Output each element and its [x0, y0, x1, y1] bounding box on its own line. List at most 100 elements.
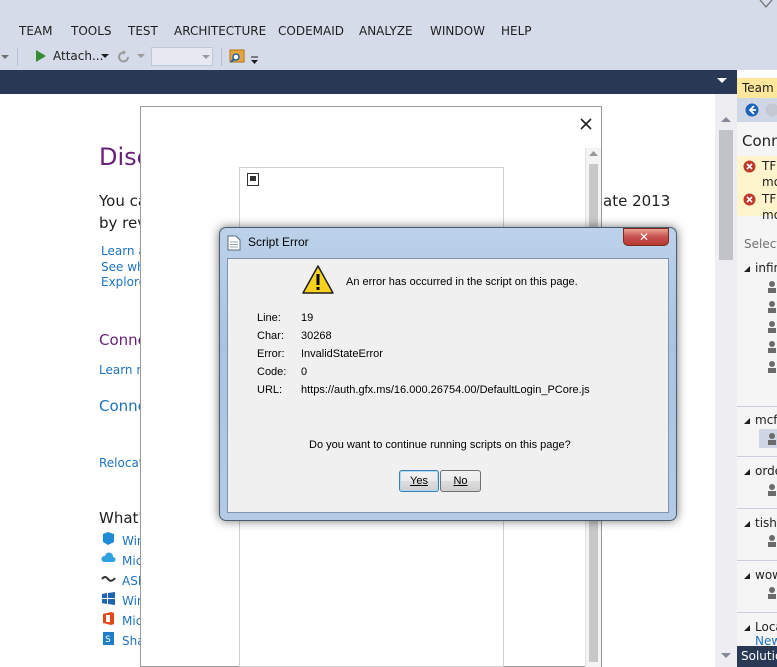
expand-arrow-icon[interactable]: [743, 265, 751, 273]
error-message: An error has occurred in the script on t…: [346, 276, 578, 288]
menu-tools[interactable]: TOOLS: [71, 24, 112, 38]
field-value: 30268: [301, 330, 332, 342]
menu-bar: TEAM TOOLS TEST ARCHITECTURE CODEMAID AN…: [0, 0, 777, 44]
project-group[interactable]: wow: [755, 568, 777, 582]
error-icon: [743, 193, 756, 206]
error-text: TF: [762, 192, 777, 206]
team-explorer-panel: Team I Conn TF mo TF mo Select infin mcf…: [737, 78, 777, 667]
project-group[interactable]: tisha: [755, 516, 777, 530]
menu-help[interactable]: HELP: [501, 24, 532, 38]
expand-arrow-icon[interactable]: [743, 417, 751, 425]
toolbar: Attach...: [0, 44, 777, 70]
field-label: Char:: [257, 330, 284, 342]
error-text-cont: mo: [762, 208, 777, 222]
team-project-icons: [768, 281, 776, 373]
connect-page-title: Conn: [742, 132, 777, 150]
scroll-up-icon[interactable]: [589, 151, 598, 157]
solution-explorer-tab-label: Solutio: [741, 649, 777, 663]
document-icon: [227, 235, 241, 251]
solution-explorer-tab[interactable]: Solutio: [737, 646, 777, 667]
toolbar-separator: [17, 48, 18, 66]
field-label: Error:: [257, 348, 285, 360]
menu-team[interactable]: TEAM: [19, 24, 52, 38]
field-label: URL:: [257, 384, 283, 396]
close-icon[interactable]: [579, 117, 593, 131]
combo-box[interactable]: [151, 47, 213, 66]
yes-button[interactable]: Yes: [399, 470, 439, 492]
error-text: TF: [762, 159, 777, 173]
team-project-icon: [768, 433, 776, 445]
warning-icon: [302, 265, 334, 294]
field-value: 0: [301, 366, 308, 378]
learn-link[interactable]: Learn a: [101, 244, 146, 258]
project-group[interactable]: infin: [755, 261, 777, 275]
close-icon: ✕: [639, 230, 650, 244]
office-icon: [103, 612, 114, 625]
refresh-icon[interactable]: [116, 49, 132, 65]
attach-button[interactable]: Attach...: [53, 49, 103, 63]
no-button-label: No: [453, 475, 468, 487]
field-value: InvalidStateError: [301, 348, 383, 360]
menu-architecture[interactable]: ARCHITECTURE: [174, 24, 266, 38]
windows-logo-icon: [102, 592, 115, 605]
team-project-icon: [768, 535, 776, 547]
dialog-title: Script Error: [248, 235, 309, 249]
azure-icon: [103, 532, 114, 545]
expand-arrow-icon[interactable]: [743, 520, 751, 528]
team-explorer-title-tab[interactable]: Team I: [737, 78, 777, 98]
group-divider: [737, 612, 777, 613]
svg-text:S: S: [105, 635, 111, 645]
tab-list-dropdown-icon[interactable]: [717, 78, 727, 85]
cloud-icon: [101, 552, 116, 562]
expand-arrow-icon[interactable]: [743, 624, 751, 632]
document-tab-well: [0, 70, 737, 94]
scroll-up-icon[interactable]: [721, 116, 731, 124]
expand-arrow-icon[interactable]: [743, 572, 751, 580]
no-button[interactable]: No: [440, 470, 481, 492]
error-notifications: TF mo TF mo: [737, 156, 777, 222]
toolbar-overflow-icon[interactable]: [250, 56, 259, 65]
dropdown-arrow-icon[interactable]: [0, 50, 10, 64]
toolbar-separator: [221, 48, 222, 66]
team-explorer-title: Team I: [742, 81, 777, 95]
group-divider: [737, 406, 777, 407]
relocate-link[interactable]: Relocat: [99, 456, 144, 470]
field-value: 19: [301, 312, 314, 324]
attach-dropdown-icon[interactable]: [101, 54, 109, 60]
start-page-scrollbar[interactable]: [715, 94, 737, 667]
menu-test[interactable]: TEST: [128, 24, 158, 38]
continue-question: Do you want to continue running scripts …: [309, 439, 571, 451]
url-value: https://auth.gfx.ms/16.000.26754.00/Defa…: [301, 384, 590, 396]
error-text-cont: mo: [762, 175, 777, 189]
asp-net-icon: [101, 576, 116, 582]
window-control-icon[interactable]: [756, 0, 777, 10]
sharepoint-icon: S: [103, 632, 114, 645]
refresh-dropdown-icon[interactable]: [137, 54, 145, 60]
play-icon[interactable]: [35, 49, 47, 63]
field-label: Line:: [257, 312, 281, 324]
menu-analyze[interactable]: ANALYZE: [359, 24, 413, 38]
scroll-down-icon[interactable]: [721, 652, 731, 660]
whats-new-heading: What': [99, 509, 143, 527]
menu-codemaid[interactable]: CODEMAID: [278, 24, 344, 38]
project-group[interactable]: mcf: [755, 413, 777, 427]
dialog-close-button[interactable]: ✕: [623, 228, 669, 246]
team-explorer-toolbar: [737, 98, 777, 122]
project-group[interactable]: Loca: [755, 620, 777, 634]
select-prompt: Select: [744, 237, 777, 251]
group-divider: [737, 508, 777, 509]
scroll-thumb[interactable]: [719, 130, 733, 260]
expand-arrow-icon[interactable]: [743, 468, 751, 476]
start-page-intro-line-end: ate 2013: [603, 192, 671, 210]
forward-arrow-icon[interactable]: [765, 103, 777, 117]
project-group[interactable]: orde: [755, 464, 777, 478]
back-arrow-icon[interactable]: [745, 103, 759, 117]
yes-button-label: Yes: [410, 475, 428, 487]
broken-image-icon: [247, 173, 259, 186]
selected-project[interactable]: [759, 429, 777, 448]
find-in-files-icon[interactable]: [229, 48, 246, 65]
menu-window[interactable]: WINDOW: [430, 24, 485, 38]
team-project-icon: [768, 587, 776, 599]
group-divider: [737, 560, 777, 561]
combo-dropdown-icon: [202, 55, 210, 59]
